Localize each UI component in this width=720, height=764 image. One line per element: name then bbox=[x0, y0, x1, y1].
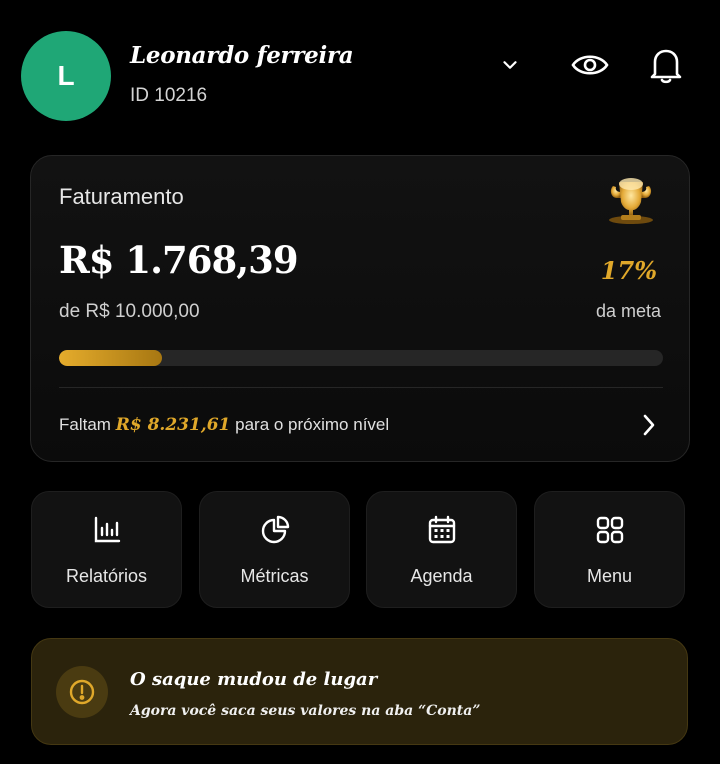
card-title: Faturamento bbox=[59, 184, 184, 209]
quick-action-agenda[interactable]: Agenda bbox=[366, 491, 517, 608]
header: L Leonardo ferreira ID 10216 bbox=[0, 0, 720, 140]
quick-action-label: Menu bbox=[586, 566, 633, 586]
remaining-suffix: para o próximo nível bbox=[235, 415, 390, 434]
remaining-text[interactable]: Faltam R$ 8.231,61 para o próximo nível bbox=[59, 415, 389, 435]
grid-icon bbox=[596, 516, 623, 544]
remaining-amount: R$ 8.231,61 bbox=[115, 415, 231, 435]
pie-chart-icon bbox=[261, 515, 289, 544]
avatar[interactable]: L bbox=[21, 31, 111, 121]
quick-action-relatorios[interactable]: Relatórios bbox=[31, 491, 182, 608]
quick-action-label: Relatórios bbox=[65, 566, 148, 586]
revenue-amount: R$ 1.768,39 bbox=[59, 238, 299, 282]
trophy-icon bbox=[609, 178, 653, 224]
notice-title: O saque mudou de lugar bbox=[130, 669, 378, 690]
revenue-card[interactable]: Faturamento R$ 1.768,39 de R$ 10.000,00 … bbox=[30, 155, 690, 462]
alert-circle-icon bbox=[56, 666, 108, 718]
user-id: ID 10216 bbox=[130, 85, 208, 106]
bar-chart-icon bbox=[94, 516, 120, 543]
bell-icon[interactable] bbox=[645, 44, 687, 86]
notice-banner[interactable]: O saque mudou de lugar Agora você saca s… bbox=[31, 638, 688, 745]
quick-action-metricas[interactable]: Métricas bbox=[199, 491, 350, 608]
remaining-prefix: Faltam bbox=[59, 415, 111, 434]
chevron-down-icon[interactable] bbox=[489, 44, 531, 86]
notice-text: Agora você saca seus valores na aba “Con… bbox=[130, 703, 481, 719]
goal-percent-label: da meta bbox=[595, 301, 661, 321]
eye-icon[interactable] bbox=[569, 44, 611, 86]
quick-action-menu[interactable]: Menu bbox=[534, 491, 685, 608]
progress-fill bbox=[59, 350, 162, 366]
quick-action-label: Agenda bbox=[410, 566, 473, 586]
chevron-right-icon[interactable] bbox=[635, 410, 663, 440]
user-name[interactable]: Leonardo ferreira bbox=[130, 42, 354, 69]
quick-action-label: Métricas bbox=[240, 566, 309, 586]
goal-percent: 17% bbox=[600, 256, 657, 285]
goal-amount: de R$ 10.000,00 bbox=[59, 301, 200, 322]
divider bbox=[59, 387, 663, 388]
calendar-icon bbox=[428, 515, 455, 544]
progress-bar bbox=[59, 350, 663, 366]
